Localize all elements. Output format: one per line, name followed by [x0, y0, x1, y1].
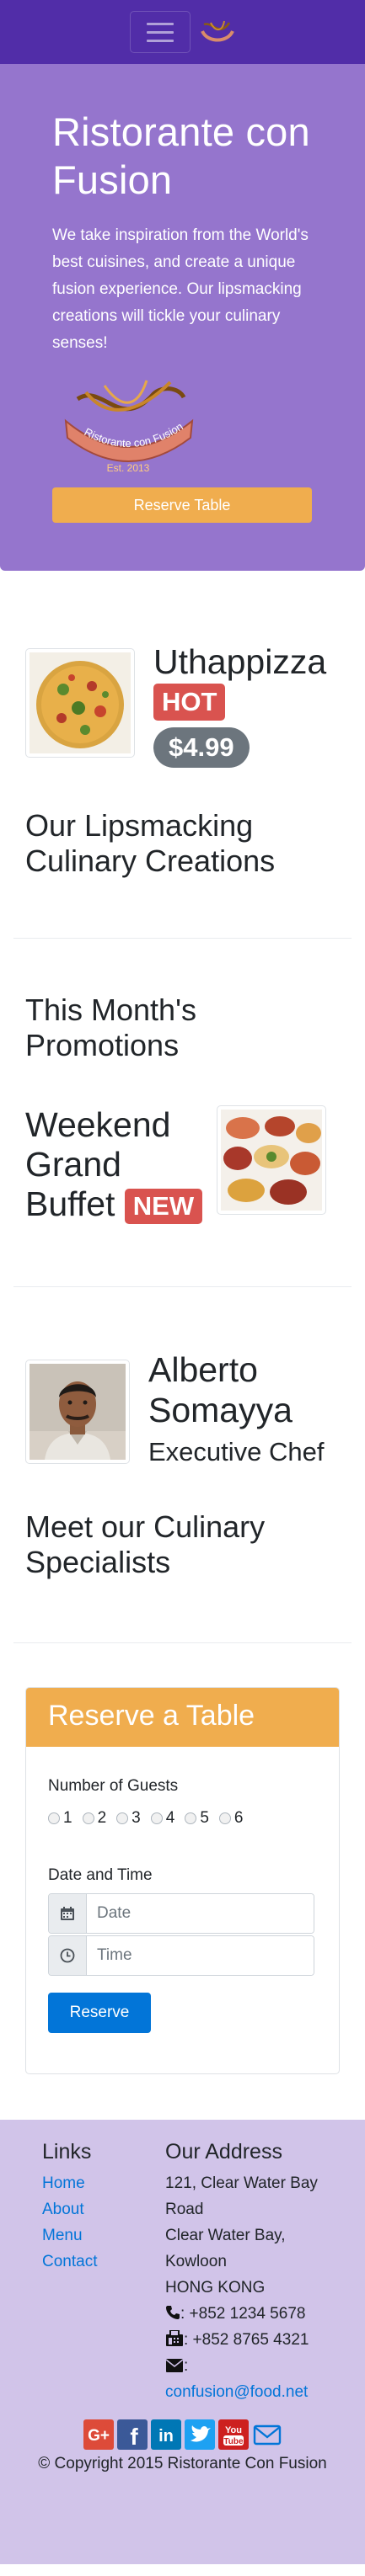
phone-line: : +852 1234 5678 — [165, 2301, 334, 2327]
brand-tagline: We take inspiration from the World's bes… — [52, 226, 309, 352]
restaurant-logo: Ristorante con Fusion Est. 2013 — [64, 380, 194, 474]
dish-image — [25, 648, 135, 758]
hot-badge: HOT — [153, 684, 226, 721]
address-line: Clear Water Bay, Kowloon — [165, 2227, 286, 2271]
main-content: Uthappizza HOT $4.99 Our Lipsmacking Cul… — [0, 571, 365, 2120]
leader-caption: Meet our Culinary Specialists — [25, 1509, 266, 1580]
time-input-group — [48, 1935, 314, 1977]
svg-text:f: f — [130, 2424, 138, 2450]
hamburger-icon — [146, 22, 174, 25]
navbar — [0, 0, 365, 64]
footer-link-menu[interactable]: Menu — [42, 2227, 83, 2244]
guest-option-2[interactable]: 2 — [82, 1809, 106, 1828]
copyright-text: © Copyright 2015 Ristorante Con Fusion — [38, 2455, 327, 2473]
reservation-section: Reserve a Table Number of Guests 1 2 3 4… — [13, 1643, 352, 2120]
fax-line: : +852 8765 4321 — [165, 2327, 334, 2353]
guest-option-1[interactable]: 1 — [48, 1809, 72, 1828]
radio-icon[interactable] — [82, 1812, 94, 1825]
address-line: 121, Clear Water Bay Road — [165, 2174, 318, 2219]
svg-text:in: in — [158, 2427, 174, 2446]
new-badge: NEW — [124, 1189, 203, 1225]
facebook-icon[interactable]: f — [116, 2419, 148, 2455]
guest-option-5[interactable]: 5 — [185, 1809, 209, 1828]
footer-link-home[interactable]: Home — [42, 2174, 85, 2192]
social-links: G+ f in You Tube — [13, 2419, 352, 2455]
leader-section: Alberto Somayya Executive Chef Meet our … — [13, 1287, 352, 1644]
svg-text:You: You — [225, 2425, 242, 2435]
phone-icon — [166, 2306, 180, 2320]
guest-option-6[interactable]: 6 — [218, 1809, 243, 1828]
google-plus-icon[interactable]: G+ — [83, 2419, 115, 2455]
dish-caption: Our Lipsmacking Culinary Creations — [25, 808, 276, 878]
reservation-title: Reserve a Table — [26, 1688, 339, 1748]
price-badge: $4.99 — [153, 727, 250, 768]
footer-links: Links Home About Menu Contact — [13, 2138, 165, 2405]
chef-portrait — [30, 1364, 126, 1461]
promotion-heading: This Month's Promotions — [25, 993, 196, 1062]
footer-address: Our Address 121, Clear Water Bay Road Cl… — [165, 2138, 334, 2405]
pizza-image — [30, 652, 131, 753]
reserve-submit-button[interactable]: Reserve — [48, 1993, 151, 2034]
leader-designation: Executive Chef — [148, 1437, 325, 1467]
promotion-image — [217, 1105, 326, 1215]
leader-image — [25, 1360, 130, 1465]
email-line: : confusion@food.net — [165, 2357, 309, 2402]
buffet-image — [221, 1110, 322, 1211]
guests-radio-group: 1 2 3 4 5 6 — [48, 1809, 317, 1828]
svg-text:G+: G+ — [88, 2427, 110, 2445]
promotion-name: Weekend Grand Buffet NEW — [25, 1105, 217, 1225]
dish-name: Uthappizza — [153, 642, 327, 681]
date-input[interactable] — [87, 1894, 314, 1934]
guests-label: Number of Guests — [48, 1777, 179, 1796]
guest-option-4[interactable]: 4 — [150, 1809, 174, 1828]
reserve-table-button[interactable]: Reserve Table — [52, 487, 312, 523]
radio-icon[interactable] — [150, 1812, 163, 1825]
radio-icon[interactable] — [185, 1812, 197, 1825]
mail-icon[interactable] — [251, 2419, 283, 2455]
clock-icon — [49, 1936, 87, 1976]
fax-icon — [166, 2330, 183, 2347]
calendar-icon — [49, 1894, 87, 1934]
promotion-section: This Month's Promotions Weekend Grand Bu… — [13, 939, 352, 1288]
date-input-group — [48, 1893, 314, 1935]
youtube-icon[interactable]: You Tube — [217, 2419, 250, 2455]
footer-link-contact[interactable]: Contact — [42, 2253, 97, 2270]
radio-icon[interactable] — [48, 1812, 60, 1825]
logo-icon[interactable] — [199, 18, 236, 46]
guest-option-3[interactable]: 3 — [116, 1809, 141, 1828]
envelope-icon — [165, 2359, 184, 2373]
datetime-label: Date and Time — [48, 1866, 153, 1885]
time-input[interactable] — [87, 1936, 314, 1976]
footer-link-about[interactable]: About — [42, 2201, 84, 2218]
svg-text:Est. 2013: Est. 2013 — [107, 462, 150, 474]
svg-text:Tube: Tube — [223, 2437, 244, 2446]
email-link[interactable]: confusion@food.net — [165, 2383, 308, 2401]
radio-icon[interactable] — [116, 1812, 129, 1825]
brand-title: Ristorante con Fusion — [52, 109, 310, 202]
leader-name: Alberto Somayya — [148, 1350, 293, 1430]
address-title: Our Address — [165, 2140, 282, 2164]
links-title: Links — [42, 2140, 92, 2164]
linkedin-icon[interactable]: in — [150, 2419, 182, 2455]
address-line: HONG KONG — [165, 2279, 266, 2297]
footer: Links Home About Menu Contact Our Addres… — [0, 2120, 365, 2565]
navbar-toggler[interactable] — [129, 11, 191, 53]
jumbotron: Ristorante con Fusion We take inspiratio… — [0, 64, 365, 571]
radio-icon[interactable] — [218, 1812, 231, 1825]
featured-dish: Uthappizza HOT $4.99 Our Lipsmacking Cul… — [13, 571, 352, 939]
twitter-icon[interactable] — [184, 2419, 216, 2455]
reservation-card: Reserve a Table Number of Guests 1 2 3 4… — [25, 1687, 340, 2075]
